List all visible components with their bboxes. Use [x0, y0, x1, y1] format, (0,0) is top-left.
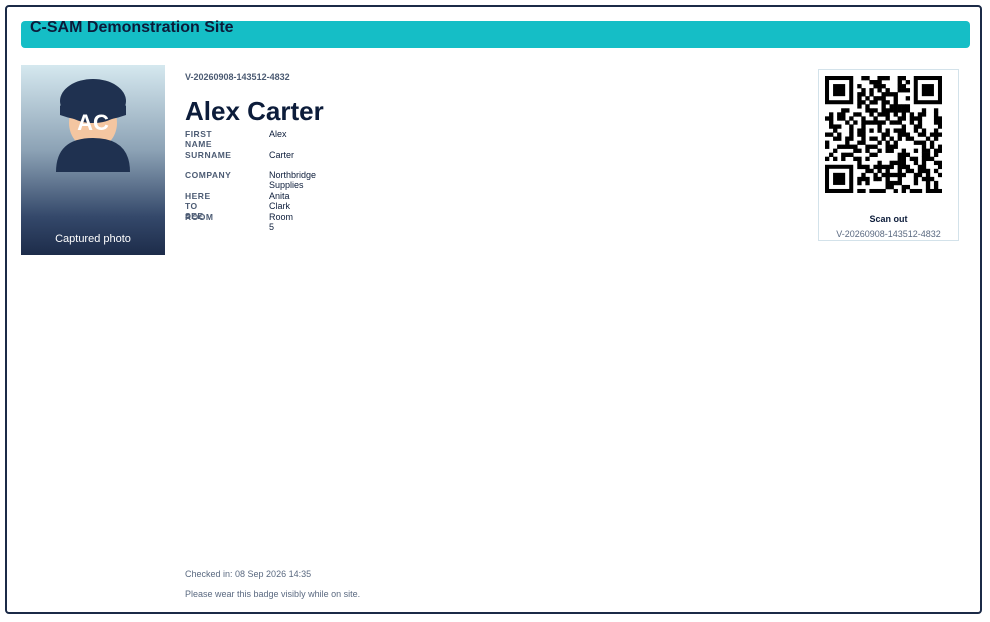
checked-in-time: Checked in: 08 Sep 2026 14:35: [185, 569, 312, 579]
field-label: ROOM: [185, 211, 214, 222]
site-header: C-SAM Demonstration Site: [21, 19, 970, 48]
person-silhouette-icon: [56, 79, 130, 172]
field-label: SURNAME: [185, 149, 232, 160]
site-title: C-SAM Demonstration Site: [30, 19, 234, 36]
field-value: Anita Clark: [269, 191, 291, 212]
field-label: FIRST NAME: [185, 129, 213, 149]
field-label: COMPANY: [185, 170, 232, 181]
qr-code-icon: [825, 76, 942, 193]
visitor-name: Alex Carter: [185, 96, 324, 126]
photo-caption: Captured photo: [55, 233, 131, 245]
qr-panel: Scan out V-20260908-143512-4832: [818, 69, 959, 241]
field-value: Carter: [269, 149, 295, 160]
visitor-photo: AC Captured photo: [21, 65, 165, 255]
visitor-id: V-20260908-143512-4832: [185, 72, 290, 82]
badge-notice: Please wear this badge visibly while on …: [185, 589, 361, 599]
field-value: Alex: [269, 129, 287, 139]
field-value: Room 5: [269, 211, 294, 232]
visitor-initials: AC: [77, 110, 109, 135]
field-value: Northbridge Supplies: [269, 170, 317, 191]
qr-label: Scan out: [869, 214, 908, 224]
qr-id: V-20260908-143512-4832: [836, 229, 941, 239]
